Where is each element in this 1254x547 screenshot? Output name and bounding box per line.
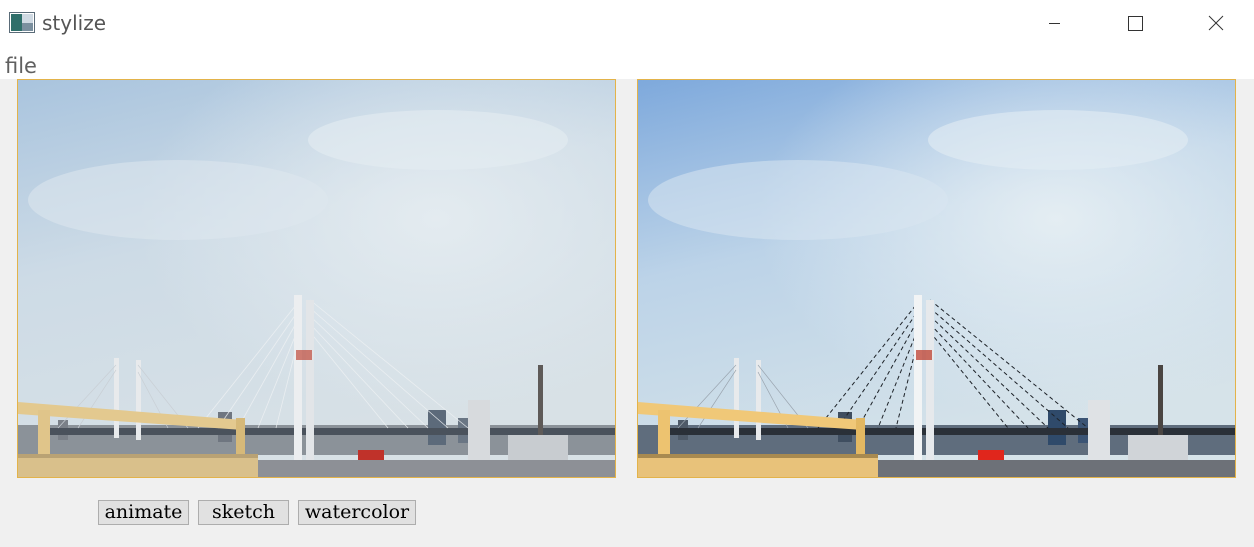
menu-file[interactable]: file [5, 53, 37, 79]
original-image-panel [17, 79, 616, 478]
menu-bar: file [0, 47, 1254, 79]
maximize-icon [1128, 16, 1143, 31]
minimize-icon [1049, 23, 1060, 24]
stylized-image [638, 80, 1235, 477]
close-icon [1208, 15, 1224, 31]
sketch-button[interactable]: sketch [198, 500, 289, 525]
close-button[interactable] [1174, 0, 1254, 47]
minimize-button[interactable] [1014, 0, 1094, 47]
window-title: stylize [42, 11, 107, 35]
animate-button[interactable]: animate [98, 500, 189, 525]
app-icon [9, 12, 35, 33]
maximize-button[interactable] [1094, 0, 1174, 47]
title-bar: stylize [0, 0, 1254, 47]
stylized-image-panel [637, 79, 1236, 478]
original-image [18, 80, 615, 477]
watercolor-button[interactable]: watercolor [298, 500, 416, 525]
